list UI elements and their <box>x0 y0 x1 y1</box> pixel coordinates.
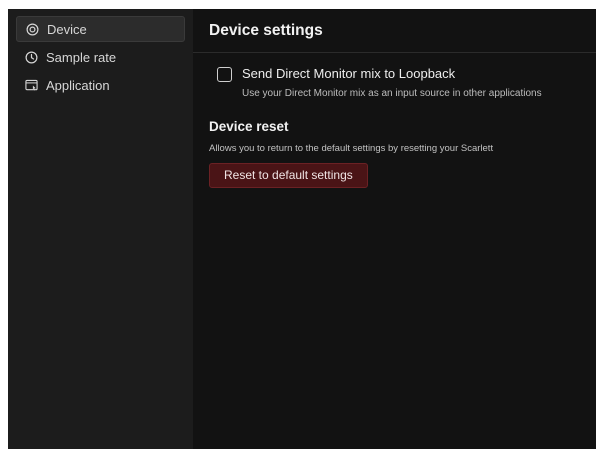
sidebar-item-label: Sample rate <box>46 49 117 65</box>
sidebar-item-device[interactable]: Device <box>16 16 185 42</box>
application-icon <box>24 78 38 92</box>
sidebar-item-label: Application <box>46 77 110 93</box>
clock-icon <box>24 50 38 64</box>
reset-section-title: Device reset <box>209 119 289 134</box>
sidebar-item-sample-rate[interactable]: Sample rate <box>16 44 185 70</box>
device-reset-section: Device reset Allows you to return to the… <box>209 119 493 188</box>
loopback-checkbox[interactable] <box>217 67 232 82</box>
loopback-text: Send Direct Monitor mix to Loopback Use … <box>242 66 542 99</box>
app-window: Device Sample rate Application Device se… <box>8 9 596 449</box>
main-header: Device settings <box>193 9 596 53</box>
loopback-option: Send Direct Monitor mix to Loopback Use … <box>217 66 542 99</box>
reset-description: Allows you to return to the default sett… <box>209 143 494 154</box>
loopback-description: Use your Direct Monitor mix as an input … <box>242 88 542 99</box>
main-panel: Device settings Send Direct Monitor mix … <box>193 9 596 449</box>
page-title: Device settings <box>209 21 323 39</box>
reset-to-default-button[interactable]: Reset to default settings <box>209 163 368 188</box>
sidebar-item-application[interactable]: Application <box>16 72 185 98</box>
sidebar-item-label: Device <box>47 21 87 37</box>
device-icon <box>25 22 39 36</box>
sidebar: Device Sample rate Application <box>8 9 193 449</box>
loopback-label: Send Direct Monitor mix to Loopback <box>242 66 456 81</box>
